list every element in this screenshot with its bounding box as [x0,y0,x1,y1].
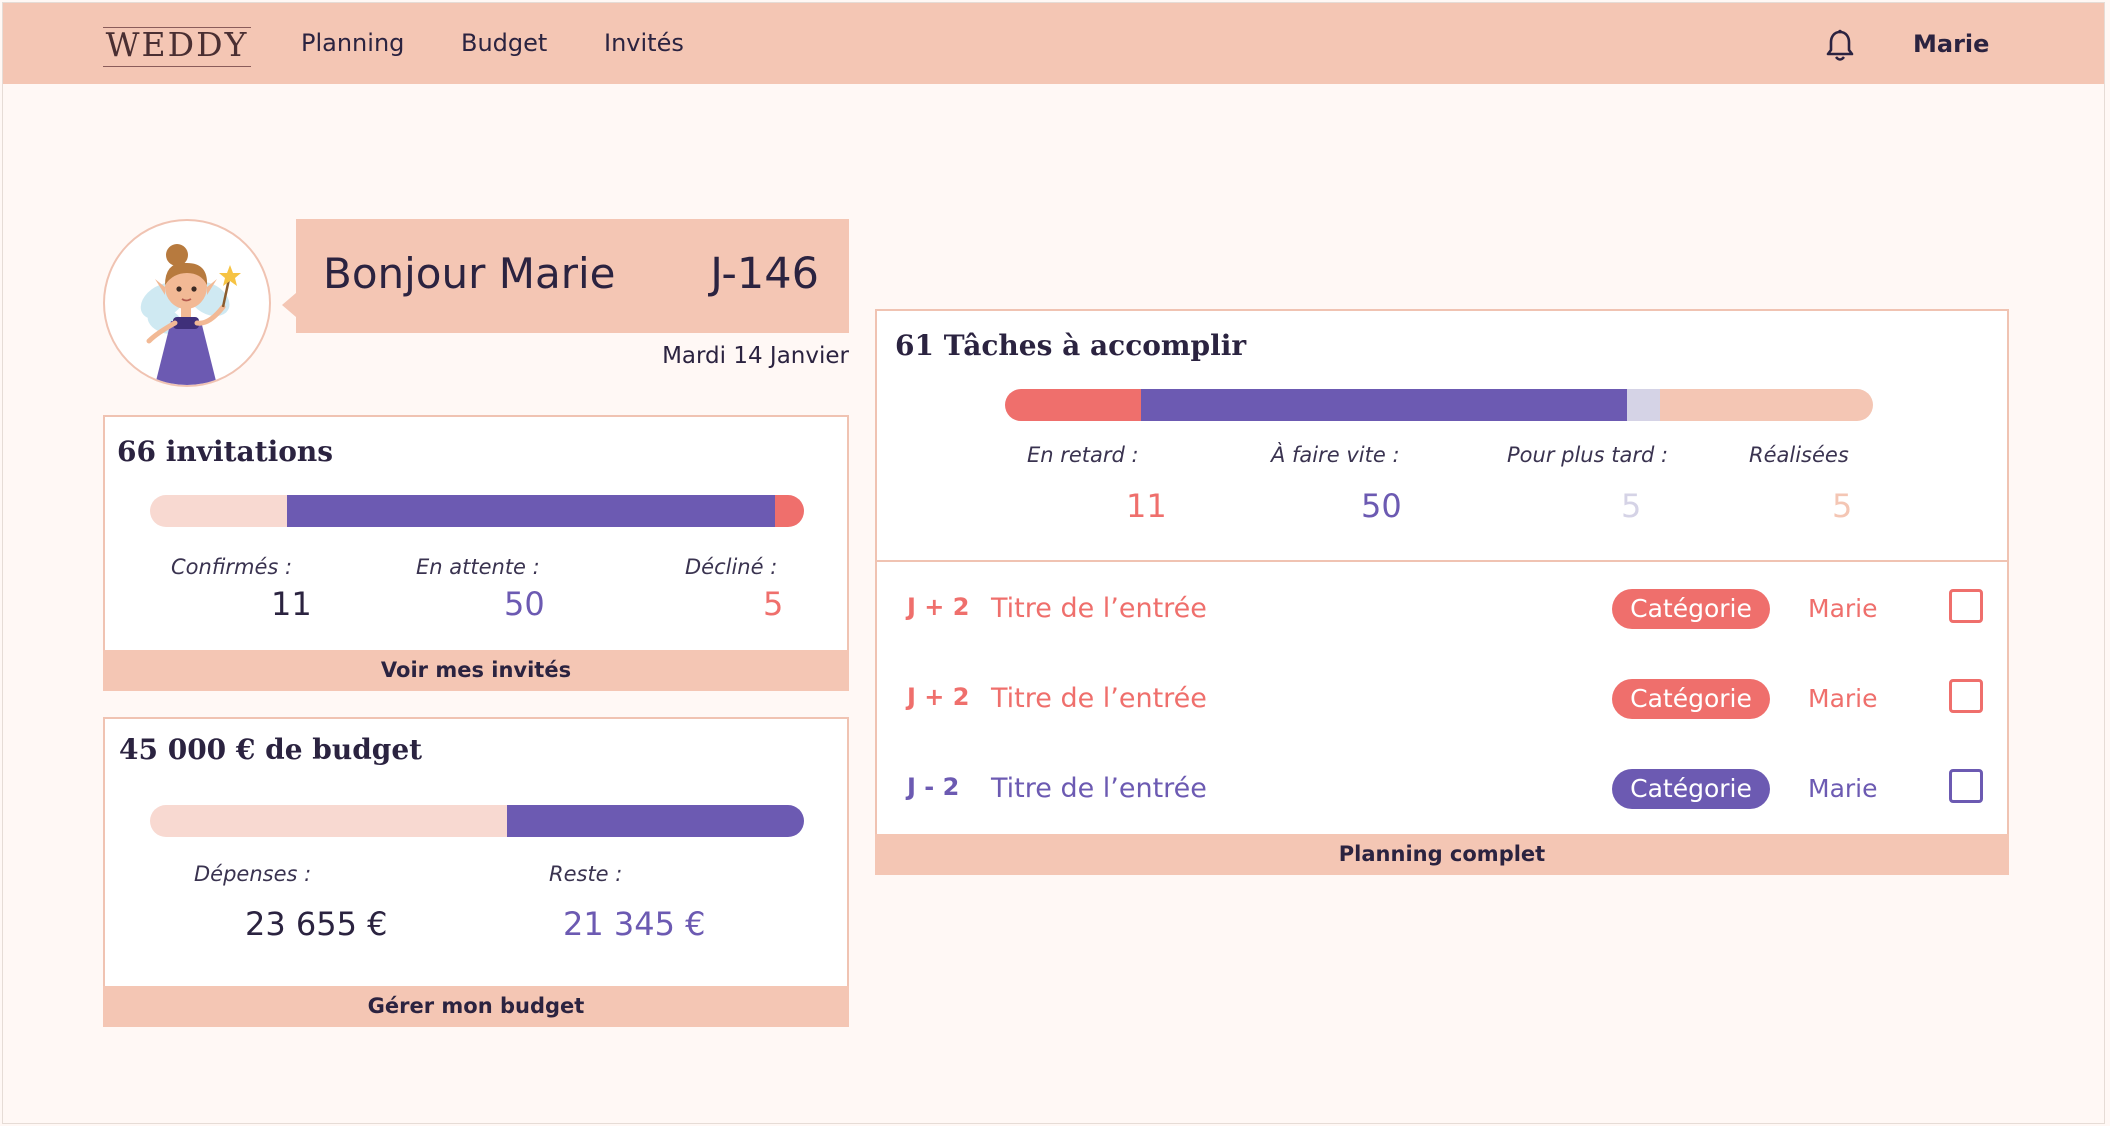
tasks-progress-bar [1005,389,1873,421]
task-assignee: Marie [1808,594,1878,623]
budget-progress-bar [150,805,804,837]
soon-label: À faire vite : [1271,443,1400,467]
task-row[interactable]: J - 2 Titre de l’entrée Catégorie Marie [877,759,2007,819]
tasks-card: 61 Tâches à accomplir En retard : À fair… [875,309,2009,875]
nav-planning[interactable]: Planning [301,29,404,57]
late-count: 11 [1126,487,1167,525]
wedding-countdown: J-146 [710,249,819,299]
task-checkbox[interactable] [1949,679,1983,713]
invitations-card: 66 invitations Confirmés : En attente : … [103,415,849,691]
bar-segment-done [1660,389,1873,421]
late-label: En retard : [1027,443,1139,467]
task-row[interactable]: J + 2 Titre de l’entrée Catégorie Marie [877,669,2007,729]
confirmed-label: Confirmés : [171,555,293,579]
current-date: Mardi 14 Janvier [662,343,849,369]
task-title[interactable]: Titre de l’entrée [991,773,1207,804]
confirmed-count: 11 [271,585,312,623]
bar-segment-later [1627,389,1661,421]
top-navbar: WEDDY Planning Budget Invités Marie [3,3,2104,84]
task-due: J - 2 [907,773,960,801]
later-label: Pour plus tard : [1507,443,1669,467]
soon-count: 50 [1361,487,1402,525]
task-assignee: Marie [1808,684,1878,713]
task-due: J + 2 [907,683,970,711]
spent-amount: 23 655 € [245,905,388,943]
remaining-label: Reste : [549,862,623,886]
spent-label: Dépenses : [194,862,312,886]
tasks-divider [877,560,2007,562]
task-checkbox[interactable] [1949,769,1983,803]
bar-segment-spent [150,805,508,837]
user-menu[interactable]: Marie [1913,30,1989,58]
bar-segment-remaining [507,805,804,837]
weddy-logo[interactable]: WEDDY [103,25,251,69]
pending-label: En attente : [416,555,540,579]
budget-title: 45 000 € de budget [119,733,423,766]
view-guests-button[interactable]: Voir mes invités [103,650,849,691]
invitations-progress-bar [150,495,804,527]
task-title[interactable]: Titre de l’entrée [991,593,1207,624]
pending-count: 50 [504,585,545,623]
bar-segment-pending [286,495,776,527]
greeting-text: Bonjour Marie [323,249,616,298]
tasks-title: 61 Tâches à accomplir [895,329,1247,362]
bar-segment-declined [775,495,804,527]
full-planning-button[interactable]: Planning complet [875,834,2009,875]
budget-card: 45 000 € de budget Dépenses : Reste : 23… [103,717,849,1027]
task-assignee: Marie [1808,774,1878,803]
bell-icon[interactable] [1825,29,1855,63]
bar-segment-soon [1141,389,1628,421]
done-label: Réalisées [1749,443,1849,467]
invitations-title: 66 invitations [117,435,334,468]
app-window: WEDDY Planning Budget Invités Marie Bonj… [2,2,2105,1124]
task-title[interactable]: Titre de l’entrée [991,683,1207,714]
remaining-amount: 21 345 € [563,905,706,943]
declined-count: 5 [763,585,784,623]
category-badge[interactable]: Catégorie [1612,589,1770,629]
done-count: 5 [1832,487,1853,525]
fairy-illustration [140,244,241,385]
avatar [103,219,271,387]
task-checkbox[interactable] [1949,589,1983,623]
task-due: J + 2 [907,593,970,621]
manage-budget-button[interactable]: Gérer mon budget [103,986,849,1027]
nav-budget[interactable]: Budget [461,29,547,57]
later-count: 5 [1621,487,1642,525]
category-badge[interactable]: Catégorie [1612,679,1770,719]
category-badge[interactable]: Catégorie [1612,769,1770,809]
bar-segment-late [1005,389,1142,421]
task-row[interactable]: J + 2 Titre de l’entrée Catégorie Marie [877,579,2007,639]
greeting-banner: Bonjour Marie J-146 [282,219,849,333]
declined-label: Décliné : [685,555,778,579]
nav-invites[interactable]: Invités [604,29,684,57]
bar-segment-confirmed [150,495,287,527]
